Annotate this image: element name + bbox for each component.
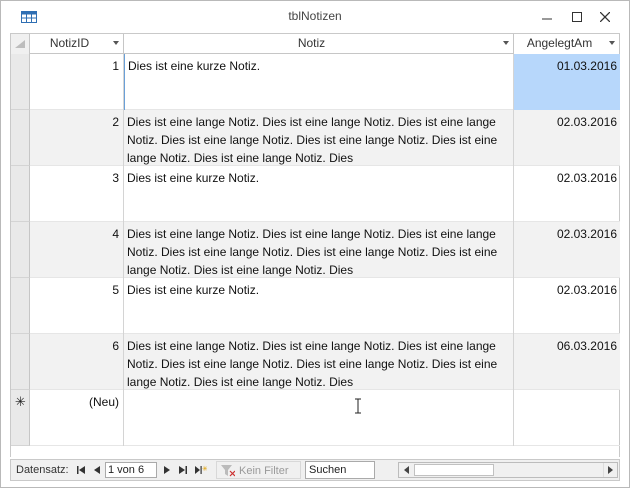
table-row[interactable]: 3 Dies ist eine kurze Notiz. 02.03.2016 — [11, 166, 620, 222]
column-header-angelegtam[interactable]: AngelegtAm — [514, 34, 620, 54]
scroll-left-icon[interactable] — [399, 463, 413, 477]
cell-notizid[interactable]: 2 — [30, 110, 124, 166]
cell-angelegtam[interactable]: 02.03.2016 — [514, 222, 620, 278]
cell-notizid[interactable]: 3 — [30, 166, 124, 222]
horizontal-scrollbar[interactable] — [398, 462, 618, 478]
table-row[interactable]: 5 Dies ist eine kurze Notiz. 02.03.2016 — [11, 278, 620, 334]
cell-angelegtam[interactable]: 01.03.2016 — [514, 54, 620, 110]
cell-angelegtam[interactable]: 02.03.2016 — [514, 110, 620, 166]
table-row[interactable]: 6 Dies ist eine lange Notiz. Dies ist ei… — [11, 334, 620, 390]
row-selector[interactable]: ✳ — [11, 390, 30, 446]
cell-notiz[interactable]: Dies ist eine lange Notiz. Dies ist eine… — [124, 110, 514, 166]
search-input[interactable]: Suchen — [305, 461, 375, 479]
cell-notizid[interactable]: 5 — [30, 278, 124, 334]
column-header-label: AngelegtAm — [526, 36, 593, 50]
filter-toggle-button[interactable]: Kein Filter — [216, 461, 301, 479]
close-icon[interactable] — [595, 7, 615, 27]
first-record-icon[interactable] — [75, 463, 87, 477]
row-selector[interactable] — [11, 166, 30, 222]
maximize-icon[interactable] — [567, 7, 587, 27]
scrollbar-thumb[interactable] — [414, 464, 494, 476]
row-selector[interactable] — [11, 334, 30, 390]
filter-icon — [221, 465, 235, 477]
svg-text:✳: ✳ — [202, 465, 207, 473]
row-selector[interactable] — [11, 222, 30, 278]
column-header-notizid[interactable]: NotizID — [30, 34, 124, 54]
cell-notiz[interactable]: Dies ist eine lange Notiz. Dies ist eine… — [124, 334, 514, 390]
table-row[interactable]: 4 Dies ist eine lange Notiz. Dies ist ei… — [11, 222, 620, 278]
cell-angelegtam[interactable]: 06.03.2016 — [514, 334, 620, 390]
table-window: tblNotizen NotizID Notiz AngelegtAm 1 Di… — [0, 0, 630, 488]
next-record-icon[interactable] — [161, 463, 173, 477]
datasheet-grid: NotizID Notiz AngelegtAm 1 Dies ist eine… — [10, 33, 620, 457]
chevron-down-icon[interactable] — [503, 41, 509, 45]
previous-record-icon[interactable] — [91, 463, 103, 477]
column-header-label: Notiz — [297, 36, 326, 50]
cell-notiz[interactable]: Dies ist eine lange Notiz. Dies ist eine… — [124, 222, 514, 278]
text-cursor-icon — [354, 398, 362, 417]
cell-notiz[interactable]: Dies ist eine kurze Notiz. — [124, 54, 514, 110]
minimize-icon[interactable] — [537, 7, 557, 27]
new-record-row[interactable]: ✳ (Neu) — [11, 390, 620, 446]
column-header-row: NotizID Notiz AngelegtAm — [11, 34, 620, 54]
chevron-down-icon[interactable] — [113, 41, 119, 45]
cell-notizid-new[interactable]: (Neu) — [30, 390, 124, 446]
row-selector[interactable] — [11, 54, 30, 110]
new-record-nav-icon[interactable]: ✳ — [195, 463, 207, 477]
cell-angelegtam[interactable]: 02.03.2016 — [514, 278, 620, 334]
window-title: tblNotizen — [288, 9, 342, 23]
current-record-input[interactable]: 1 von 6 — [105, 462, 157, 478]
cell-notiz-new[interactable] — [124, 390, 514, 446]
table-row[interactable]: 2 Dies ist eine lange Notiz. Dies ist ei… — [11, 110, 620, 166]
cell-angelegtam-new[interactable] — [514, 390, 620, 446]
cell-notiz[interactable]: Dies ist eine kurze Notiz. — [124, 278, 514, 334]
select-all-button[interactable] — [11, 34, 30, 54]
row-selector[interactable] — [11, 278, 30, 334]
chevron-down-icon[interactable] — [609, 41, 615, 45]
record-label: Datensatz: — [16, 464, 69, 476]
table-row[interactable]: 1 Dies ist eine kurze Notiz. 01.03.2016 — [11, 54, 620, 110]
filter-label: Kein Filter — [239, 465, 289, 477]
title-bar: tblNotizen — [1, 1, 629, 33]
row-selector[interactable] — [11, 110, 30, 166]
cell-notizid[interactable]: 1 — [30, 54, 124, 110]
column-header-notiz[interactable]: Notiz — [124, 34, 514, 54]
new-record-icon: ✳ — [15, 394, 26, 409]
cell-notiz[interactable]: Dies ist eine kurze Notiz. — [124, 166, 514, 222]
cell-notizid[interactable]: 4 — [30, 222, 124, 278]
last-record-icon[interactable] — [177, 463, 189, 477]
column-header-label: NotizID — [49, 36, 90, 50]
record-navigation-bar: Datensatz: 1 von 6 ✳ Kein Filter Suchen — [10, 459, 620, 481]
cell-notizid[interactable]: 6 — [30, 334, 124, 390]
cell-angelegtam[interactable]: 02.03.2016 — [514, 166, 620, 222]
scroll-right-icon[interactable] — [603, 463, 617, 477]
